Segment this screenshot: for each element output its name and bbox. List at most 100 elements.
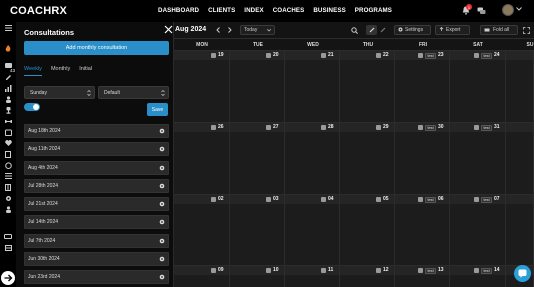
event-tag[interactable]: test — [481, 196, 493, 203]
alarm-icon[interactable] — [4, 161, 12, 169]
nav-clients[interactable]: CLIENTS — [208, 7, 235, 14]
calendar-day-cell[interactable]: 31 test — [450, 123, 506, 194]
note-icon[interactable] — [321, 125, 326, 130]
list-icon[interactable] — [4, 172, 12, 180]
calendar-day-cell[interactable]: 29 — [340, 123, 395, 194]
gear-icon[interactable] — [159, 219, 165, 225]
chevron-left-icon[interactable] — [214, 26, 222, 34]
calendar-day-cell[interactable]: 19 — [174, 51, 230, 122]
day-select[interactable]: Sunday — [24, 86, 95, 99]
expand-icon[interactable] — [522, 26, 530, 34]
nav-coaches[interactable]: COACHES — [273, 7, 305, 14]
list-item[interactable]: Jul 21st 2024 — [24, 197, 169, 212]
message-icon[interactable] — [4, 62, 12, 70]
gear-icon[interactable] — [159, 201, 165, 207]
event-tag[interactable]: test — [481, 267, 493, 274]
note-icon[interactable] — [211, 197, 216, 202]
calendar-day-cell[interactable]: 10 — [230, 266, 285, 287]
close-icon[interactable] — [164, 25, 173, 34]
gear-icon[interactable] — [159, 128, 165, 134]
nav-business[interactable]: BUSINESS — [313, 7, 345, 14]
calendar-day-cell[interactable]: 06 test — [395, 195, 450, 265]
nav-index[interactable]: INDEX — [244, 7, 263, 14]
calendar-day-cell[interactable] — [506, 51, 534, 122]
note-icon[interactable] — [266, 53, 271, 58]
tab-initial[interactable]: Initial — [79, 66, 92, 76]
calendar-day-cell[interactable]: 07 test — [450, 195, 506, 265]
calendar-day-cell[interactable]: 28 — [285, 123, 340, 194]
list-item[interactable]: Aug 4th 2024 — [24, 160, 169, 175]
note-icon[interactable] — [474, 53, 479, 58]
calendar-day-cell[interactable]: 09 — [174, 266, 230, 287]
list-item[interactable]: Jul 7th 2024 — [24, 233, 169, 248]
chat-icon[interactable] — [514, 265, 531, 282]
list-item[interactable]: Aug 11th 2024 — [24, 142, 169, 157]
note-icon[interactable] — [321, 53, 326, 58]
note-icon[interactable] — [474, 197, 479, 202]
chevron-down-icon[interactable] — [516, 7, 522, 13]
calendar-day-cell[interactable]: 21 — [285, 51, 340, 122]
event-tag[interactable]: test — [425, 196, 437, 203]
chart-icon[interactable] — [4, 84, 12, 92]
event-tag[interactable]: test — [425, 52, 437, 59]
gear-icon[interactable] — [159, 165, 165, 171]
calendar-day-cell[interactable]: 02 — [174, 195, 230, 265]
calendar-day-cell[interactable]: 27 — [230, 123, 285, 194]
event-tag[interactable]: test — [425, 124, 437, 131]
list-item[interactable]: Jul 14th 2024 — [24, 215, 169, 230]
user-icon[interactable] — [4, 205, 12, 213]
calendar-day-cell[interactable]: 26 — [174, 123, 230, 194]
chat-bubbles-icon[interactable] — [476, 5, 487, 16]
fold-all-button[interactable]: Fold all — [480, 25, 518, 35]
calendar-day-cell[interactable]: 04 — [285, 195, 340, 265]
settings-icon[interactable] — [4, 194, 12, 202]
keyboard-icon[interactable] — [4, 232, 12, 240]
enable-toggle[interactable] — [24, 103, 40, 111]
calendar-day-cell[interactable]: 22 — [340, 51, 395, 122]
note-icon[interactable] — [321, 197, 326, 202]
note-icon[interactable] — [418, 197, 423, 202]
calendar-day-cell[interactable]: 13 test — [395, 266, 450, 287]
calendar-day-cell[interactable]: 24 test — [450, 51, 506, 122]
calendar-day-cell[interactable]: 14 test — [450, 266, 506, 287]
list-item[interactable]: Aug 18th 2024 — [24, 124, 169, 138]
event-tag[interactable]: test — [425, 267, 437, 274]
note-icon[interactable] — [211, 268, 216, 273]
calendar-day-cell[interactable]: 12 — [340, 266, 395, 287]
list-item[interactable]: Jun 30th 2024 — [24, 252, 169, 267]
save-button[interactable]: Save — [147, 103, 168, 116]
list-item[interactable]: Jul 28th 2024 — [24, 178, 169, 193]
note-icon[interactable] — [266, 197, 271, 202]
note-icon[interactable] — [418, 268, 423, 273]
menu-icon[interactable] — [4, 24, 12, 32]
note-icon[interactable] — [418, 53, 423, 58]
fire-icon[interactable] — [4, 44, 12, 52]
gear-icon[interactable] — [159, 183, 165, 189]
note-icon[interactable] — [211, 53, 216, 58]
archive-icon[interactable] — [4, 244, 12, 252]
link-icon[interactable] — [366, 25, 377, 35]
tab-monthly[interactable]: Monthly — [51, 66, 70, 76]
event-tag[interactable]: test — [481, 52, 493, 59]
note-icon[interactable] — [418, 125, 423, 130]
add-monthly-consultation-button[interactable]: Add monthly consultation — [24, 41, 169, 55]
heart-icon[interactable] — [4, 139, 12, 147]
note-icon[interactable] — [266, 125, 271, 130]
tab-weekly[interactable]: Weekly — [24, 66, 42, 76]
note-icon[interactable] — [376, 268, 381, 273]
nav-programs[interactable]: PROGRAMS — [355, 7, 392, 14]
pencil-icon[interactable] — [4, 73, 12, 81]
gear-icon[interactable] — [159, 274, 165, 280]
calendar-day-cell[interactable]: 30 test — [395, 123, 450, 194]
note-icon[interactable] — [474, 125, 479, 130]
document-icon[interactable] — [4, 150, 12, 158]
users-icon[interactable] — [4, 95, 12, 103]
calendar-day-cell[interactable] — [506, 195, 534, 265]
gear-icon[interactable] — [159, 256, 165, 262]
arrow-right-icon[interactable] — [1, 271, 15, 285]
unlink-icon[interactable] — [379, 26, 387, 34]
list-item[interactable]: Jun 23rd 2024 — [24, 270, 169, 285]
calendar-day-cell[interactable] — [506, 123, 534, 194]
note-icon[interactable] — [266, 268, 271, 273]
note-icon[interactable] — [474, 268, 479, 273]
